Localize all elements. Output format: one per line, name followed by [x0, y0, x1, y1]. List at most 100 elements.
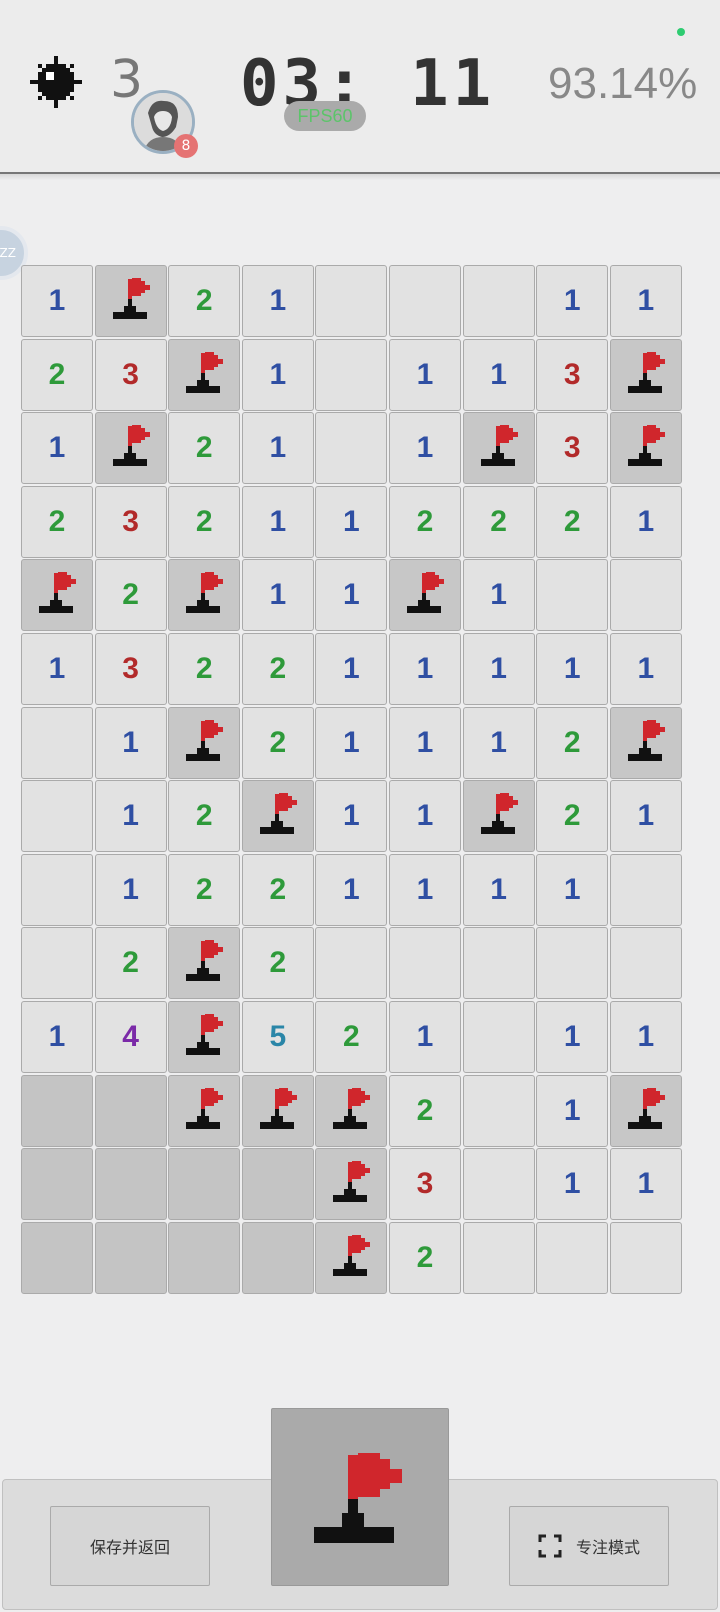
number-cell[interactable]: 2 — [168, 485, 241, 558]
flagged-cell[interactable] — [241, 780, 314, 853]
empty-cell[interactable] — [21, 706, 93, 779]
unrevealed-cell[interactable] — [21, 1221, 93, 1294]
number-cell[interactable]: 2 — [389, 1074, 461, 1147]
unrevealed-cell[interactable] — [21, 1074, 93, 1147]
number-cell[interactable]: 3 — [536, 412, 609, 485]
number-cell[interactable]: 1 — [389, 338, 461, 411]
number-cell[interactable]: 1 — [536, 853, 609, 926]
empty-cell[interactable] — [315, 265, 388, 337]
save-and-return-button[interactable]: 保存并返回 — [50, 1506, 210, 1586]
number-cell[interactable]: 1 — [315, 853, 388, 926]
number-cell[interactable]: 3 — [536, 338, 609, 411]
flagged-cell[interactable] — [609, 706, 682, 779]
number-cell[interactable]: 2 — [241, 927, 314, 1000]
number-cell[interactable]: 1 — [389, 853, 461, 926]
empty-cell[interactable] — [462, 927, 535, 1000]
number-cell[interactable]: 1 — [315, 633, 388, 705]
number-cell[interactable]: 1 — [462, 706, 535, 779]
number-cell[interactable]: 1 — [389, 412, 461, 485]
flagged-cell[interactable] — [609, 338, 682, 411]
number-cell[interactable]: 2 — [241, 853, 314, 926]
number-cell[interactable]: 1 — [94, 780, 167, 853]
flagged-cell[interactable] — [21, 559, 93, 632]
number-cell[interactable]: 3 — [94, 633, 167, 705]
number-cell[interactable]: 1 — [21, 412, 93, 485]
flagged-cell[interactable] — [389, 559, 461, 632]
number-cell[interactable]: 1 — [609, 1148, 682, 1221]
empty-cell[interactable] — [389, 927, 461, 1000]
number-cell[interactable]: 1 — [462, 559, 535, 632]
number-cell[interactable]: 1 — [389, 780, 461, 853]
flagged-cell[interactable] — [462, 780, 535, 853]
flagged-cell[interactable] — [168, 1001, 241, 1073]
number-cell[interactable]: 3 — [389, 1148, 461, 1221]
number-cell[interactable]: 2 — [94, 559, 167, 632]
unrevealed-cell[interactable] — [94, 1148, 167, 1221]
flag-mode-toggle-button[interactable] — [271, 1408, 449, 1586]
flagged-cell[interactable] — [168, 927, 241, 1000]
unrevealed-cell[interactable] — [94, 1221, 167, 1294]
number-cell[interactable]: 1 — [389, 633, 461, 705]
number-cell[interactable]: 2 — [241, 706, 314, 779]
number-cell[interactable]: 1 — [21, 265, 93, 337]
number-cell[interactable]: 2 — [168, 633, 241, 705]
number-cell[interactable]: 1 — [462, 853, 535, 926]
flagged-cell[interactable] — [462, 412, 535, 485]
flagged-cell[interactable] — [94, 412, 167, 485]
empty-cell[interactable] — [609, 559, 682, 632]
number-cell[interactable]: 5 — [241, 1001, 314, 1073]
number-cell[interactable]: 1 — [389, 706, 461, 779]
number-cell[interactable]: 4 — [94, 1001, 167, 1073]
flagged-cell[interactable] — [241, 1074, 314, 1147]
number-cell[interactable]: 1 — [241, 559, 314, 632]
flagged-cell[interactable] — [315, 1148, 388, 1221]
number-cell[interactable]: 1 — [241, 485, 314, 558]
number-cell[interactable]: 1 — [609, 1001, 682, 1073]
unrevealed-cell[interactable] — [241, 1221, 314, 1294]
empty-cell[interactable] — [389, 265, 461, 337]
flagged-cell[interactable] — [168, 1074, 241, 1147]
empty-cell[interactable] — [315, 338, 388, 411]
number-cell[interactable]: 1 — [315, 780, 388, 853]
empty-cell[interactable] — [462, 1001, 535, 1073]
number-cell[interactable]: 2 — [168, 853, 241, 926]
flagged-cell[interactable] — [609, 412, 682, 485]
unrevealed-cell[interactable] — [94, 1074, 167, 1147]
number-cell[interactable]: 1 — [536, 1074, 609, 1147]
number-cell[interactable]: 1 — [389, 1001, 461, 1073]
unrevealed-cell[interactable] — [168, 1148, 241, 1221]
empty-cell[interactable] — [462, 1074, 535, 1147]
flagged-cell[interactable] — [609, 1074, 682, 1147]
number-cell[interactable]: 1 — [609, 780, 682, 853]
number-cell[interactable]: 1 — [609, 485, 682, 558]
flagged-cell[interactable] — [315, 1221, 388, 1294]
empty-cell[interactable] — [609, 853, 682, 926]
unrevealed-cell[interactable] — [21, 1148, 93, 1221]
empty-cell[interactable] — [462, 1221, 535, 1294]
number-cell[interactable]: 1 — [241, 412, 314, 485]
empty-cell[interactable] — [21, 780, 93, 853]
number-cell[interactable]: 2 — [389, 1221, 461, 1294]
number-cell[interactable]: 2 — [21, 485, 93, 558]
number-cell[interactable]: 1 — [536, 1148, 609, 1221]
number-cell[interactable]: 2 — [462, 485, 535, 558]
empty-cell[interactable] — [536, 559, 609, 632]
number-cell[interactable]: 2 — [168, 265, 241, 337]
number-cell[interactable]: 2 — [536, 780, 609, 853]
number-cell[interactable]: 1 — [241, 265, 314, 337]
empty-cell[interactable] — [609, 927, 682, 1000]
number-cell[interactable]: 1 — [315, 706, 388, 779]
flagged-cell[interactable] — [168, 706, 241, 779]
number-cell[interactable]: 1 — [462, 633, 535, 705]
empty-cell[interactable] — [315, 927, 388, 1000]
number-cell[interactable]: 1 — [315, 485, 388, 558]
empty-cell[interactable] — [609, 1221, 682, 1294]
flagged-cell[interactable] — [168, 338, 241, 411]
number-cell[interactable]: 3 — [94, 338, 167, 411]
number-cell[interactable]: 1 — [609, 633, 682, 705]
number-cell[interactable]: 1 — [462, 338, 535, 411]
number-cell[interactable]: 1 — [21, 1001, 93, 1073]
number-cell[interactable]: 1 — [536, 265, 609, 337]
number-cell[interactable]: 2 — [168, 780, 241, 853]
number-cell[interactable]: 2 — [21, 338, 93, 411]
